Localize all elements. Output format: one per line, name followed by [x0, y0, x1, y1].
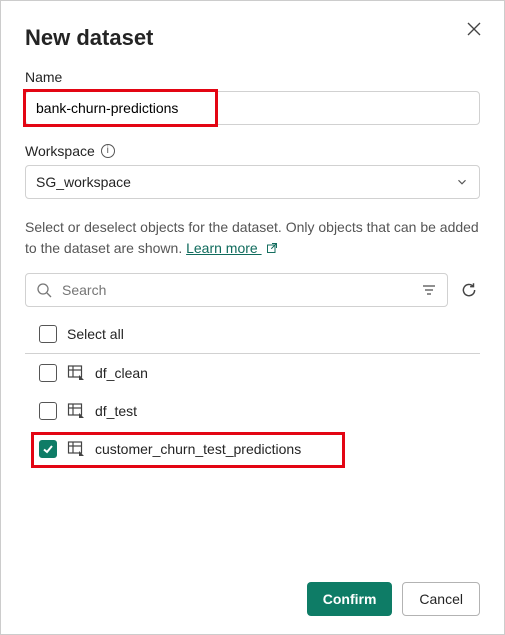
workspace-value: SG_workspace: [36, 174, 131, 190]
dialog-title: New dataset: [25, 25, 480, 51]
item-checkbox[interactable]: [39, 364, 57, 382]
helper-text: Select or deselect objects for the datas…: [25, 217, 480, 259]
search-box[interactable]: [25, 273, 448, 307]
dialog-footer: Confirm Cancel: [307, 582, 480, 616]
item-label: df_test: [95, 403, 137, 419]
learn-more-link[interactable]: Learn more: [186, 240, 277, 256]
list-item[interactable]: customer_churn_test_predictions: [25, 430, 480, 468]
confirm-button[interactable]: Confirm: [307, 582, 393, 616]
select-all-label: Select all: [67, 326, 124, 342]
workspace-label-text: Workspace: [25, 143, 95, 159]
workspace-label: Workspace i: [25, 143, 480, 159]
table-icon: [67, 402, 85, 420]
list-item[interactable]: df_test: [25, 392, 480, 430]
item-label: customer_churn_test_predictions: [95, 441, 301, 457]
refresh-icon: [460, 281, 478, 299]
item-checkbox[interactable]: [39, 402, 57, 420]
close-button[interactable]: [464, 19, 484, 39]
chevron-down-icon: [455, 175, 469, 189]
external-link-icon: [266, 242, 278, 254]
select-all-checkbox[interactable]: [39, 325, 57, 343]
close-icon: [466, 21, 482, 37]
check-icon: [42, 443, 54, 455]
table-icon: [67, 440, 85, 458]
name-label: Name: [25, 69, 480, 85]
name-input[interactable]: [25, 91, 480, 125]
search-input[interactable]: [60, 281, 413, 299]
workspace-dropdown[interactable]: SG_workspace: [25, 165, 480, 199]
cancel-button[interactable]: Cancel: [402, 582, 480, 616]
item-checkbox[interactable]: [39, 440, 57, 458]
search-icon: [36, 282, 52, 298]
select-all-row[interactable]: Select all: [25, 317, 480, 354]
learn-more-text: Learn more: [186, 240, 261, 256]
item-label: df_clean: [95, 365, 148, 381]
object-list: Select all df_clean df_test: [25, 317, 480, 468]
refresh-button[interactable]: [458, 279, 480, 301]
filter-icon[interactable]: [421, 282, 437, 298]
info-icon[interactable]: i: [101, 144, 115, 158]
list-item[interactable]: df_clean: [25, 354, 480, 392]
table-icon: [67, 364, 85, 382]
